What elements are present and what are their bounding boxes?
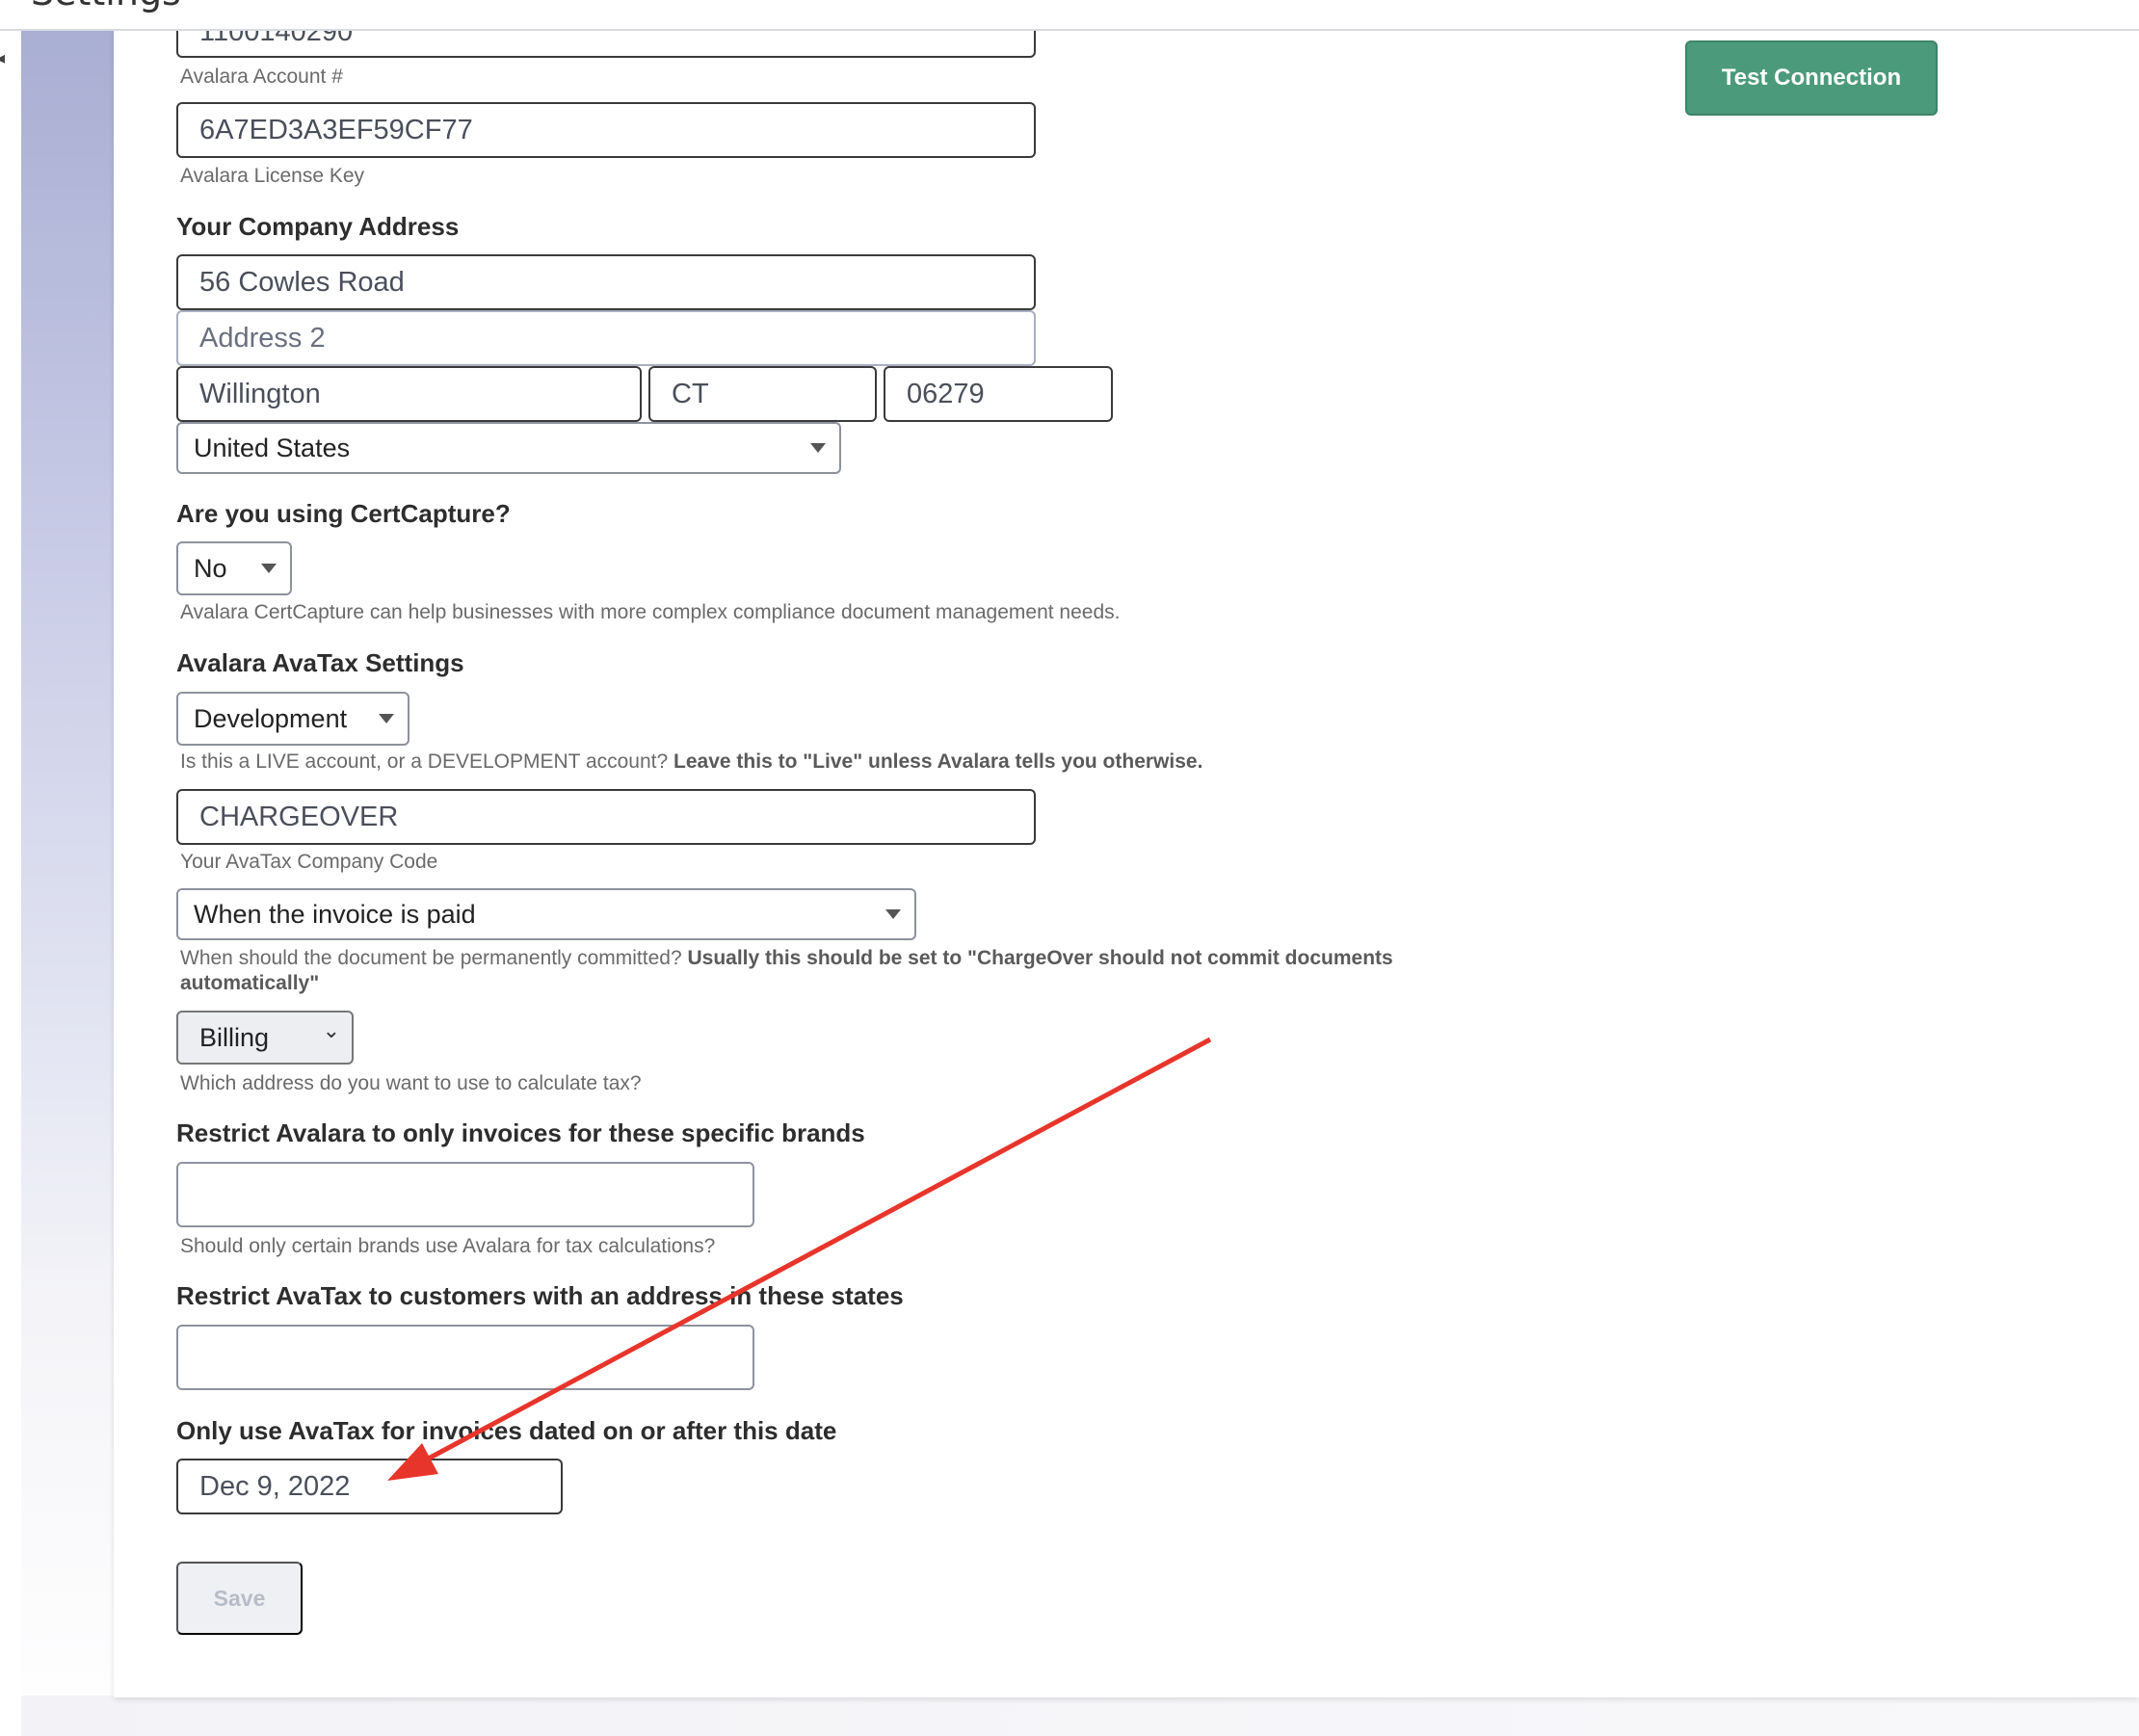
test-connection-button[interactable]: Test Connection (1685, 40, 1938, 116)
certcapture-label: Are you using CertCapture? (176, 499, 511, 528)
company-code-help: Your AvaTax Company Code (180, 851, 438, 873)
brands-help: Should only certain brands use Avalara f… (180, 1235, 716, 1257)
tax-address-help: Which address do you want to use to calc… (180, 1072, 642, 1094)
left-gutter: ◂ (0, 29, 21, 1736)
start-date-label: Only use AvaTax for invoices dated on or… (176, 1416, 837, 1445)
commit-help-bold-2: automatically" (180, 972, 320, 994)
save-button[interactable]: Save (176, 1562, 303, 1635)
company-code-input[interactable]: CHARGEOVER (176, 789, 1036, 845)
account-number-help: Avalara Account # (180, 66, 343, 88)
country-value: United States (194, 433, 351, 462)
commit-help-bold: Usually this should be set to "ChargeOve… (687, 947, 1393, 969)
state-value: CT (672, 378, 709, 409)
environment-select[interactable]: Development (176, 692, 409, 746)
avatax-settings-label: Avalara AvaTax Settings (176, 648, 464, 677)
commit-value: When the invoice is paid (194, 899, 476, 929)
page-title: Settings (31, 0, 181, 13)
brands-label: Restrict Avalara to only invoices for th… (176, 1118, 865, 1147)
license-key-input[interactable]: 6A7ED3A3EF59CF77 (176, 102, 1036, 158)
dropdown-arrow-icon (885, 909, 901, 919)
tax-address-value: Billing (199, 1022, 270, 1052)
background-panel (21, 29, 118, 1736)
tax-address-select[interactable]: Billing ⌄ (176, 1011, 354, 1065)
commit-help-line1: When should the document be permanently … (180, 947, 1393, 970)
dropdown-arrow-icon (261, 564, 277, 573)
environment-help: Is this a LIVE account, or a DEVELOPMENT… (180, 750, 1202, 774)
start-date-value: Dec 9, 2022 (199, 1470, 351, 1502)
chevron-down-icon: ⌄ (322, 1018, 340, 1042)
start-date-input[interactable]: Dec 9, 2022 (176, 1459, 563, 1514)
environment-value: Development (194, 703, 348, 733)
zip-value: 06279 (907, 378, 985, 409)
address1-value: 56 Cowles Road (199, 266, 405, 298)
dropdown-arrow-icon (810, 443, 826, 453)
commit-select[interactable]: When the invoice is paid (176, 888, 916, 940)
certcapture-value: No (194, 553, 227, 583)
city-value: Willington (199, 378, 321, 409)
environment-help-bold: Leave this to "Live" unless Avalara tell… (673, 750, 1203, 773)
license-key-value: 6A7ED3A3EF59CF77 (199, 114, 473, 145)
top-bar: Settings (0, 0, 2139, 31)
commit-help-line2: automatically" (180, 972, 319, 995)
address2-placeholder: Address 2 (199, 322, 326, 354)
caret-icon: ◂ (0, 48, 6, 68)
city-input[interactable]: Willington (176, 366, 642, 422)
commit-help-text: When should the document be permanently … (180, 947, 688, 969)
address2-input[interactable]: Address 2 (176, 310, 1036, 366)
background-footer (21, 1696, 2139, 1736)
address1-input[interactable]: 56 Cowles Road (176, 254, 1036, 310)
certcapture-help: Avalara CertCapture can help businesses … (180, 601, 1121, 623)
environment-help-text: Is this a LIVE account, or a DEVELOPMENT… (180, 750, 674, 773)
state-input[interactable]: CT (648, 366, 877, 422)
zip-input[interactable]: 06279 (884, 366, 1113, 422)
country-select[interactable]: United States (176, 422, 841, 474)
brands-input[interactable] (176, 1162, 754, 1227)
certcapture-select[interactable]: No (176, 541, 292, 595)
company-address-label: Your Company Address (176, 212, 460, 241)
dropdown-arrow-icon (379, 714, 394, 723)
states-input[interactable] (176, 1325, 754, 1390)
states-label: Restrict AvaTax to customers with an add… (176, 1281, 904, 1310)
license-key-help: Avalara License Key (180, 165, 365, 187)
company-code-value: CHARGEOVER (199, 801, 399, 832)
